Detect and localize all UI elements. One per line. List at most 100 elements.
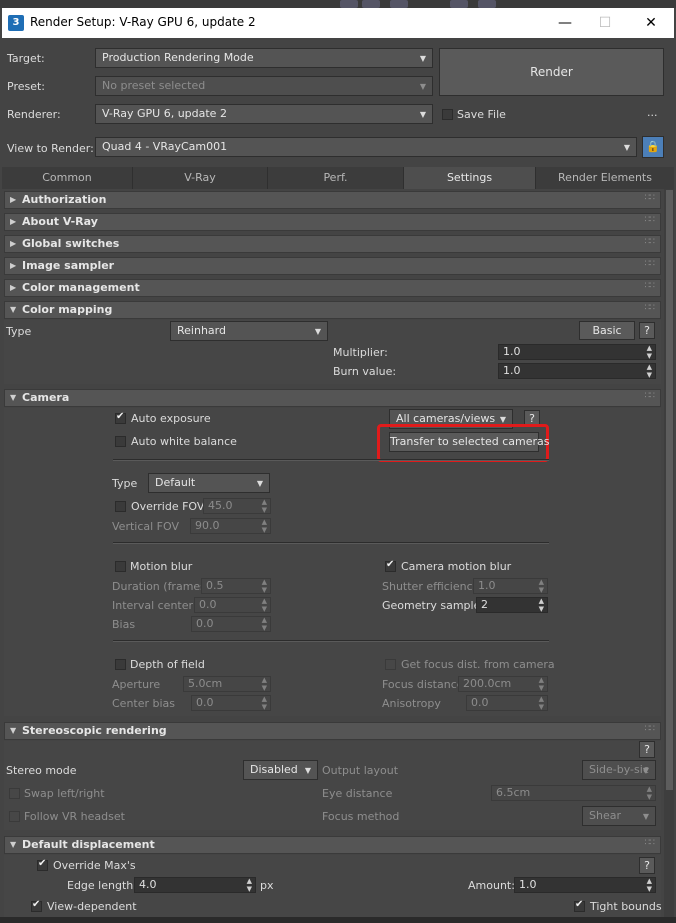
aperture-spinner[interactable]: 5.0cm ▲ ▼ bbox=[183, 676, 271, 692]
focus-method-value: Shear bbox=[589, 809, 621, 822]
scrollbar-thumb[interactable] bbox=[666, 190, 673, 790]
basic-mode-button[interactable]: Basic bbox=[579, 321, 635, 340]
rollout-title: Default displacement bbox=[22, 838, 155, 851]
transfer-to-selected-cameras-button[interactable]: Transfer to selected cameras bbox=[389, 432, 549, 452]
anisotropy-value: 0.0 bbox=[471, 696, 489, 709]
collapse-icon: ▼ bbox=[10, 393, 17, 402]
rollout-title: Color management bbox=[22, 281, 140, 294]
rollout-stereoscopic-rendering[interactable]: ▼ Stereoscopic rendering ∷∷ bbox=[4, 722, 661, 740]
chevron-down-icon: ▼ bbox=[419, 54, 426, 63]
amount-value: 1.0 bbox=[519, 878, 537, 891]
shutter-efficiency-spinner[interactable]: 1.0 ▲ ▼ bbox=[473, 578, 548, 594]
motion-blur-checkbox[interactable] bbox=[115, 561, 126, 572]
save-file-checkbox[interactable] bbox=[442, 109, 453, 120]
lock-view-button[interactable]: 🔒 bbox=[642, 136, 664, 158]
tight-bounds-checkbox[interactable] bbox=[574, 899, 585, 912]
multiplier-spinner[interactable]: 1.0 ▲ ▼ bbox=[498, 344, 656, 360]
edge-length-unit: px bbox=[260, 879, 274, 892]
preset-dropdown[interactable]: No preset selected ▼ bbox=[95, 76, 433, 96]
camera-type-dropdown[interactable]: Default ▼ bbox=[148, 473, 270, 493]
geometry-samples-spinner[interactable]: 2 ▲ ▼ bbox=[476, 597, 548, 613]
focus-distance-spinner[interactable]: 200.0cm ▲ ▼ bbox=[458, 676, 548, 692]
preset-value: No preset selected bbox=[102, 79, 206, 92]
grip-icon: ∷∷ bbox=[644, 237, 656, 247]
rollout-about-vray[interactable]: ▶ About V-Ray ∷∷ bbox=[4, 213, 661, 231]
stereo-help-button[interactable]: ? bbox=[639, 741, 655, 758]
auto-white-balance-checkbox[interactable] bbox=[115, 436, 126, 447]
rollout-color-management[interactable]: ▶ Color management ∷∷ bbox=[4, 279, 661, 297]
stereo-mode-label: Stereo mode bbox=[6, 764, 77, 777]
view-dependent-checkbox[interactable] bbox=[31, 899, 42, 912]
override-fov-checkbox[interactable] bbox=[115, 501, 126, 512]
stereo-mode-dropdown[interactable]: Disabled ▼ bbox=[243, 760, 318, 780]
collapse-icon: ▼ bbox=[10, 305, 17, 314]
bias-spinner[interactable]: 0.0 ▲ ▼ bbox=[191, 616, 271, 632]
maximize-button[interactable]: ☐ bbox=[582, 8, 628, 38]
tab-settings[interactable]: Settings bbox=[404, 167, 536, 189]
tab-render-elements[interactable]: Render Elements bbox=[536, 167, 674, 189]
edge-length-spinner[interactable]: 4.0 ▲ ▼ bbox=[134, 877, 256, 893]
spinner-arrows-icon: ▲ ▼ bbox=[646, 363, 652, 379]
target-value: Production Rendering Mode bbox=[102, 51, 254, 64]
view-to-render-label: View to Render: bbox=[7, 142, 94, 155]
render-setup-header: Target: Production Rendering Mode ▼ Pres… bbox=[2, 38, 674, 167]
rollout-image-sampler[interactable]: ▶ Image sampler ∷∷ bbox=[4, 257, 661, 275]
grip-icon: ∷∷ bbox=[644, 303, 656, 313]
rollout-authorization[interactable]: ▶ Authorization ∷∷ bbox=[4, 191, 661, 209]
renderer-label: Renderer: bbox=[7, 108, 61, 121]
renderer-dropdown[interactable]: V-Ray GPU 6, update 2 ▼ bbox=[95, 104, 433, 124]
close-button[interactable]: ✕ bbox=[628, 8, 674, 38]
rollout-camera[interactable]: ▼ Camera ∷∷ bbox=[4, 389, 661, 407]
burn-value-spinner[interactable]: 1.0 ▲ ▼ bbox=[498, 363, 656, 379]
center-bias-label: Center bias bbox=[112, 697, 176, 710]
multiplier-label: Multiplier: bbox=[333, 346, 388, 359]
duration-value: 0.5 bbox=[206, 579, 224, 592]
target-label: Target: bbox=[7, 52, 45, 65]
eye-distance-spinner[interactable]: 6.5cm ▲ ▼ bbox=[491, 785, 656, 801]
view-to-render-dropdown[interactable]: Quad 4 - VRayCam001 ▼ bbox=[95, 137, 637, 157]
rollout-color-mapping[interactable]: ▼ Color mapping ∷∷ bbox=[4, 301, 661, 319]
lock-icon: 🔒 bbox=[646, 140, 660, 153]
chevron-down-icon: ▼ bbox=[642, 812, 649, 821]
window-title: Render Setup: V-Ray GPU 6, update 2 bbox=[30, 15, 256, 29]
amount-spinner[interactable]: 1.0 ▲ ▼ bbox=[514, 877, 656, 893]
tab-common[interactable]: Common bbox=[2, 167, 133, 189]
tight-bounds-label: Tight bounds bbox=[590, 900, 662, 913]
interval-center-value: 0.0 bbox=[199, 598, 217, 611]
get-focus-distance-checkbox[interactable] bbox=[385, 659, 396, 670]
expand-icon: ▶ bbox=[10, 283, 17, 292]
spinner-arrows-icon: ▲ ▼ bbox=[261, 498, 267, 514]
geometry-samples-label: Geometry samples bbox=[382, 599, 487, 612]
anisotropy-spinner[interactable]: 0.0 ▲ ▼ bbox=[466, 695, 548, 711]
render-button[interactable]: Render bbox=[439, 48, 664, 96]
target-dropdown[interactable]: Production Rendering Mode ▼ bbox=[95, 48, 433, 68]
chevron-down-icon: ▼ bbox=[419, 110, 426, 119]
override-fov-spinner[interactable]: 45.0 ▲ ▼ bbox=[203, 498, 271, 514]
swap-left-right-checkbox[interactable] bbox=[9, 788, 20, 799]
auto-exposure-checkbox[interactable] bbox=[115, 411, 126, 424]
tab-perf[interactable]: Perf. bbox=[268, 167, 404, 189]
rollout-global-switches[interactable]: ▶ Global switches ∷∷ bbox=[4, 235, 661, 253]
tab-vray[interactable]: V-Ray bbox=[133, 167, 268, 189]
camera-motion-blur-checkbox[interactable] bbox=[385, 559, 396, 572]
override-max-checkbox[interactable] bbox=[37, 858, 48, 871]
duration-spinner[interactable]: 0.5 ▲ ▼ bbox=[201, 578, 271, 594]
eye-distance-label: Eye distance bbox=[322, 787, 393, 800]
follow-vr-headset-checkbox[interactable] bbox=[9, 811, 20, 822]
color-mapping-type-dropdown[interactable]: Reinhard ▼ bbox=[170, 321, 328, 341]
output-layout-dropdown[interactable]: Side-by-sic ▼ bbox=[582, 760, 656, 780]
center-bias-spinner[interactable]: 0.0 ▲ ▼ bbox=[191, 695, 271, 711]
vertical-fov-spinner[interactable]: 90.0 ▲ ▼ bbox=[190, 518, 271, 534]
focus-method-dropdown[interactable]: Shear ▼ bbox=[582, 806, 656, 826]
spinner-arrows-icon: ▲ ▼ bbox=[538, 695, 544, 711]
depth-of-field-checkbox[interactable] bbox=[115, 659, 126, 670]
more-options-button[interactable]: ... bbox=[647, 106, 658, 119]
displacement-help-button[interactable]: ? bbox=[639, 857, 655, 874]
rollout-default-displacement[interactable]: ▼ Default displacement ∷∷ bbox=[4, 836, 661, 854]
view-value: Quad 4 - VRayCam001 bbox=[102, 140, 228, 153]
color-mapping-help-button[interactable]: ? bbox=[639, 322, 655, 339]
interval-center-spinner[interactable]: 0.0 ▲ ▼ bbox=[194, 597, 271, 613]
grip-icon: ∷∷ bbox=[644, 193, 656, 203]
shutter-efficiency-label: Shutter efficiency bbox=[382, 580, 480, 593]
expand-icon: ▶ bbox=[10, 217, 17, 226]
